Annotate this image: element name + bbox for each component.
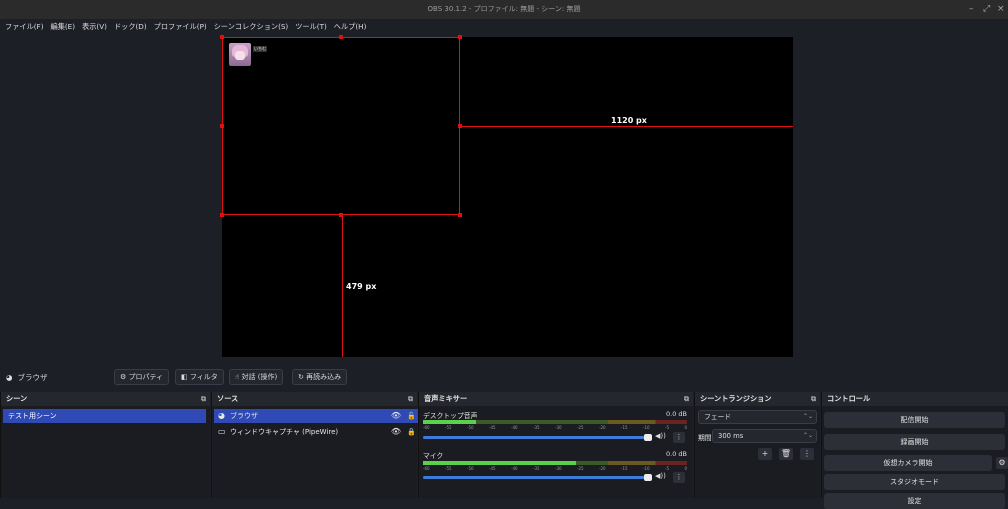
eye-icon[interactable]: 👁 xyxy=(391,425,401,439)
studio-mode-button[interactable]: スタジオモード xyxy=(824,474,1005,490)
settings-button[interactable]: 設定 xyxy=(824,493,1005,509)
volume-fader[interactable] xyxy=(423,474,652,481)
distance-guide-vertical xyxy=(342,215,343,357)
resize-handle-top-right[interactable] xyxy=(458,35,462,39)
menu-scene-collection[interactable]: シーンコレクション(S) xyxy=(214,22,289,32)
controls-header: コントロール xyxy=(822,392,1008,406)
height-distance-label: 479 px xyxy=(346,282,377,291)
menu-help[interactable]: ヘルプ(H) xyxy=(334,22,367,32)
distance-guide-horizontal xyxy=(460,126,793,127)
mixer-menu-button[interactable]: ⋮ xyxy=(673,432,685,443)
volume-meter xyxy=(423,461,687,465)
gear-icon: ⚙ xyxy=(120,373,127,381)
scene-item[interactable]: テスト用シーン xyxy=(3,409,206,423)
transition-select[interactable]: フェード ⌃⌄ xyxy=(698,410,817,424)
start-recording-button[interactable]: 録画開始 xyxy=(824,434,1005,450)
resize-handle-bottom-left[interactable] xyxy=(220,213,224,217)
audio-mixer-dock: 音声ミキサー ⧉ デスクトップ音声 0.0 dB -60 -55 -50 -45 -40… xyxy=(418,392,693,498)
chevron-updown-icon: ⌃⌄ xyxy=(802,413,813,420)
transition-menu-button[interactable]: ⋮ xyxy=(800,448,814,460)
sources-dock: ソース ⧉ ◕ ブラウザ 👁 🔓 ▭ ウィンドウキャプチャ (PipeWire)… xyxy=(211,392,421,498)
maximize-icon[interactable]: ⤢ xyxy=(983,0,990,19)
meter-scale: -60 -55 -50 -45 -40 -35 -30 -25 -20 -15 -10 -5 0 xyxy=(423,466,687,471)
speaker-icon[interactable]: ◀)) xyxy=(655,432,666,440)
undock-icon[interactable]: ⧉ xyxy=(408,392,413,406)
menu-view[interactable]: 表示(V) xyxy=(82,22,107,32)
audio-mixer-body: デスクトップ音声 0.0 dB -60 -55 -50 -45 -40 -35 -30 -25… xyxy=(419,406,693,498)
minimize-icon[interactable]: – xyxy=(969,0,974,19)
speaker-icon[interactable]: ◀)) xyxy=(655,472,666,480)
refresh-icon: ↻ xyxy=(298,373,304,381)
scenes-dock-header: シーン ⧉ xyxy=(1,392,210,406)
volume-meter xyxy=(423,420,687,424)
filter-icon: ◧ xyxy=(181,373,188,381)
globe-icon: ◕ xyxy=(6,373,13,382)
mixer-channel-name: デスクトップ音声 xyxy=(423,412,478,420)
width-distance-label: 1120 px xyxy=(611,116,647,125)
close-icon[interactable]: × xyxy=(997,0,1005,19)
duration-spinbox[interactable]: 300 ms ⌃⌄ xyxy=(712,429,817,443)
fader-knob[interactable] xyxy=(644,474,652,481)
window-title: OBS 30.1.2 - プロファイル: 無題 - シーン: 無題 xyxy=(427,5,581,13)
scene-transitions-dock: シーントランジション ⧉ フェード ⌃⌄ 期間 300 ms ⌃⌄ + 🗑 ⋮ xyxy=(694,392,820,498)
source-row-window-capture[interactable]: ▭ ウィンドウキャプチャ (PipeWire) 👁 🔒 xyxy=(214,425,421,439)
undock-icon[interactable]: ⧉ xyxy=(811,392,816,406)
undock-icon[interactable]: ⧉ xyxy=(684,392,689,406)
start-streaming-button[interactable]: 配信開始 xyxy=(824,412,1005,428)
properties-button[interactable]: ⚙ プロパティ xyxy=(114,369,170,385)
scenes-dock: シーン ⧉ テスト用シーン xyxy=(0,392,210,498)
meter-fill xyxy=(423,461,577,465)
undock-icon[interactable]: ⧉ xyxy=(201,392,206,406)
resize-handle-top-left[interactable] xyxy=(220,35,224,39)
add-transition-button[interactable]: + xyxy=(758,448,772,460)
interact-button[interactable]: ☝ 対話 (操作) xyxy=(229,369,284,385)
source-selection-box[interactable] xyxy=(222,37,460,215)
scene-transitions-body: フェード ⌃⌄ 期間 300 ms ⌃⌄ + 🗑 ⋮ xyxy=(695,406,820,498)
menu-bar: ファイル(F) 編集(E) 表示(V) ドック(D) プロファイル(P) シーン… xyxy=(0,19,1008,34)
menu-docks[interactable]: ドック(D) xyxy=(114,22,147,32)
meter-fill xyxy=(423,420,476,424)
window-title-bar: OBS 30.1.2 - プロファイル: 無題 - シーン: 無題 xyxy=(0,0,1008,19)
audio-mixer-header: 音声ミキサー ⧉ xyxy=(419,392,693,406)
resize-handle-bottom-right[interactable] xyxy=(458,213,462,217)
eye-icon[interactable]: 👁 xyxy=(391,409,401,423)
sources-list: ◕ ブラウザ 👁 🔓 ▭ ウィンドウキャプチャ (PipeWire) 👁 🔒 xyxy=(212,406,421,498)
selected-source-name: ◕ ブラウザ xyxy=(6,373,48,382)
lock-icon[interactable]: 🔒 xyxy=(407,425,416,439)
scenes-list: テスト用シーン xyxy=(1,406,210,498)
mixer-channel-db: 0.0 dB xyxy=(666,450,687,458)
source-row-browser[interactable]: ◕ ブラウザ 👁 🔓 xyxy=(214,409,421,423)
filters-button[interactable]: ◧ フィルタ xyxy=(175,369,224,385)
menu-file[interactable]: ファイル(F) xyxy=(5,22,44,32)
resize-handle-top[interactable] xyxy=(339,35,343,39)
mixer-channel-db: 0.0 dB xyxy=(666,410,687,418)
chevron-updown-icon: ⌃⌄ xyxy=(802,432,813,439)
window-icon: ▭ xyxy=(218,427,226,436)
resize-handle-left[interactable] xyxy=(220,124,224,128)
trash-icon[interactable]: 🗑 xyxy=(779,448,793,460)
menu-edit[interactable]: 編集(E) xyxy=(51,22,76,32)
mixer-menu-button[interactable]: ⋮ xyxy=(673,472,685,483)
start-virtual-camera-button[interactable]: 仮想カメラ開始 xyxy=(824,455,992,471)
menu-profile[interactable]: プロファイル(P) xyxy=(154,22,207,32)
gear-icon[interactable]: ⚙ xyxy=(996,457,1008,469)
fader-knob[interactable] xyxy=(644,434,652,441)
duration-label: 期間 xyxy=(698,434,712,442)
reload-button[interactable]: ↻ 再読み込み xyxy=(292,369,348,385)
pointer-icon: ☝ xyxy=(235,373,240,381)
sources-dock-header: ソース ⧉ xyxy=(212,392,417,406)
volume-fader[interactable] xyxy=(423,434,652,441)
meter-scale: -60 -55 -50 -45 -40 -35 -30 -25 -20 -15 -10 -5 0 xyxy=(423,425,687,430)
menu-tools[interactable]: ツール(T) xyxy=(295,22,327,32)
unlock-icon[interactable]: 🔓 xyxy=(407,409,416,423)
scene-transitions-header: シーントランジション ⧉ xyxy=(695,392,820,406)
mixer-channel-name: マイク xyxy=(423,452,444,460)
globe-icon: ◕ xyxy=(218,411,225,420)
